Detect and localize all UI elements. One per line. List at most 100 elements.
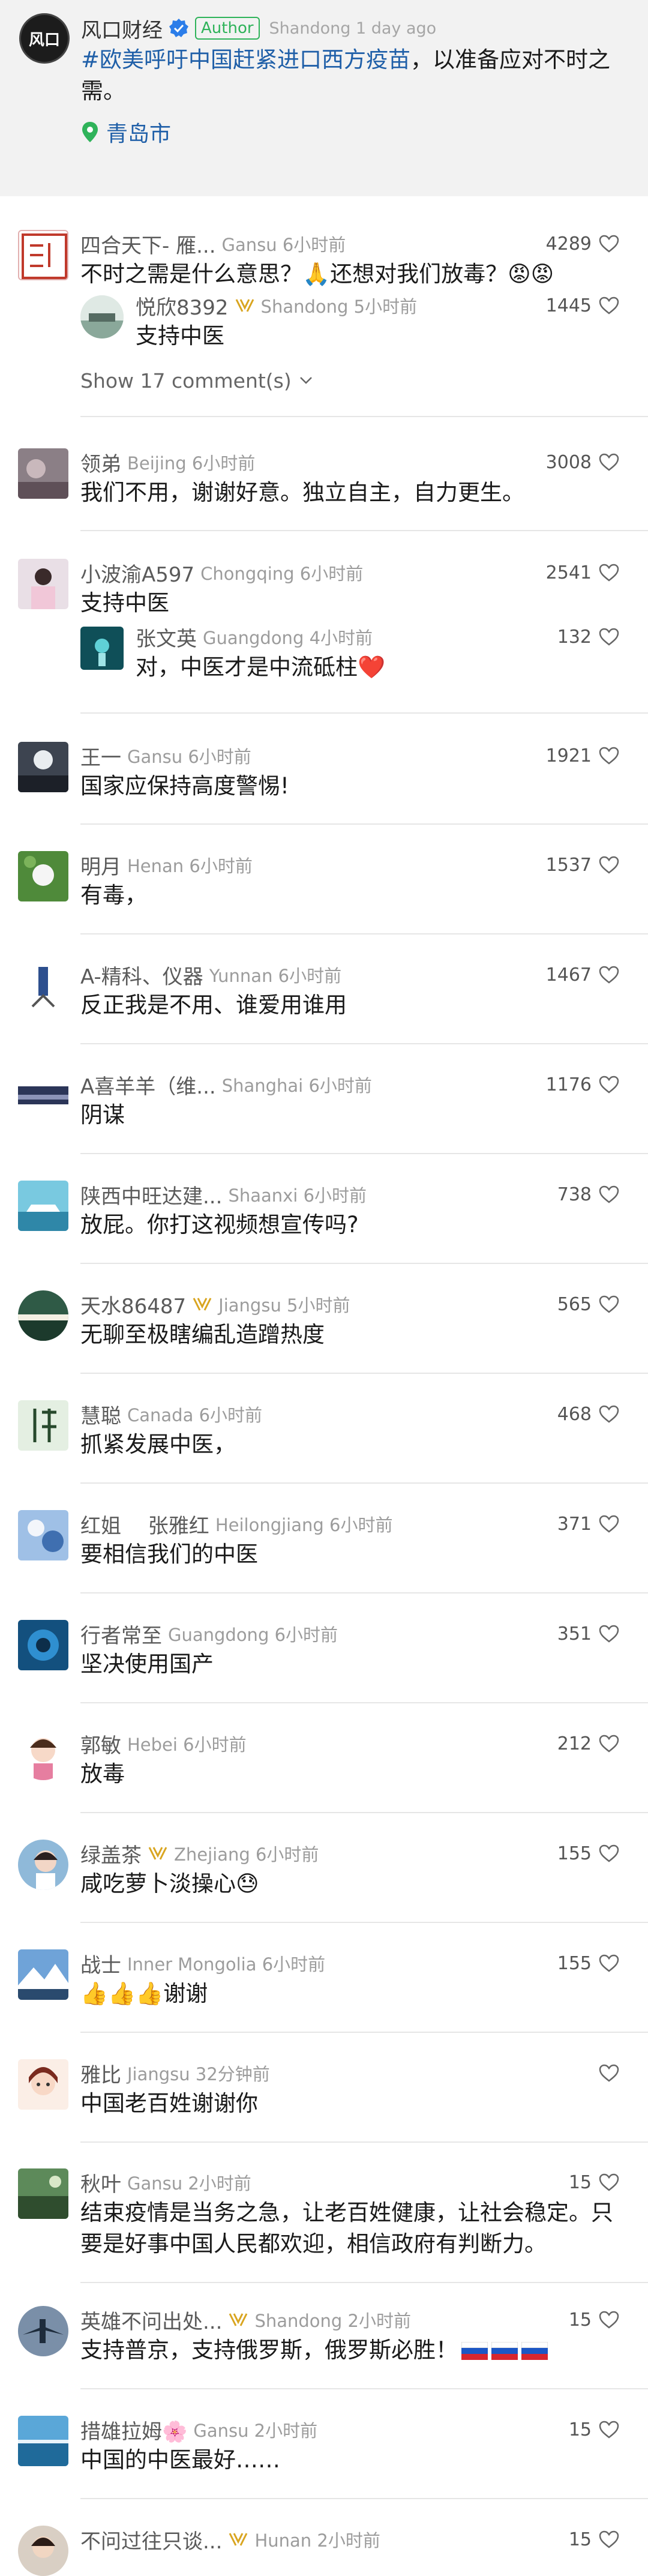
commenter-avatar[interactable] (18, 1840, 68, 1890)
divider (80, 823, 648, 825)
commenter-name[interactable]: 措雄拉姆🌸 (80, 2415, 187, 2445)
hashtag-link[interactable]: #欧美呼吁中国赶紧进口西方疫苗 (81, 47, 410, 73)
commenter-name[interactable]: 红姐 张雅红 (80, 1509, 209, 1539)
russia-flag-icon (461, 2342, 488, 2360)
comment-text: 中国的中医最好…… (80, 2447, 280, 2473)
commenter-avatar[interactable] (18, 2059, 68, 2110)
commenter-name[interactable]: A-精科、仪器 (80, 960, 203, 990)
comment-text: 支持中医 (80, 590, 169, 616)
divider (80, 530, 648, 531)
commenter-avatar[interactable] (18, 1730, 68, 1780)
chevron-down-icon (299, 377, 312, 384)
commenter-name[interactable]: 战士 (80, 1949, 121, 1978)
commenter-avatar[interactable] (80, 295, 124, 339)
comment-meta: Shandong 2小时前 (254, 2311, 411, 2331)
commenter-name[interactable]: 不问过往只谈... (80, 2525, 222, 2554)
like-button[interactable]: 132 (557, 622, 619, 652)
commenter-name[interactable]: 英雄不问出处... (80, 2305, 222, 2335)
like-button[interactable]: 738 (557, 1179, 619, 1209)
post-author-avatar[interactable]: 风口 (19, 13, 70, 64)
commenter-name[interactable]: 秋叶 (80, 2168, 121, 2197)
commenter-name[interactable]: 绿盖茶 (80, 1839, 142, 1868)
vip-badge-icon (193, 1298, 212, 1311)
like-button[interactable]: 3008 (546, 447, 619, 477)
like-count: 132 (557, 626, 592, 648)
commenter-avatar[interactable] (18, 961, 68, 1011)
location-tag[interactable]: 青岛市 (81, 117, 171, 147)
like-button[interactable]: 1467 (546, 960, 619, 990)
commenter-name[interactable]: 陕西中旺达建... (80, 1180, 222, 1209)
like-button[interactable]: 2541 (546, 558, 619, 588)
post-author-name[interactable]: 风口财经 (81, 14, 163, 43)
like-button[interactable]: 468 (557, 1399, 619, 1429)
like-button[interactable]: 15 (569, 2415, 619, 2445)
vip-badge-icon (229, 2533, 248, 2546)
commenter-avatar[interactable] (18, 1510, 68, 1560)
commenter-avatar[interactable] (18, 2526, 68, 2576)
commenter-name[interactable]: 王一 (80, 741, 121, 771)
commenter-avatar[interactable] (18, 559, 68, 609)
commenter-avatar[interactable] (18, 230, 68, 280)
commenter-avatar[interactable] (80, 627, 124, 670)
commenter-avatar[interactable] (18, 1620, 68, 1670)
commenter-name[interactable]: 雅比 (80, 2059, 121, 2088)
divider (80, 1043, 648, 1044)
commenter-avatar[interactable] (18, 2416, 68, 2466)
post-meta: Shandong 1 day ago (269, 19, 437, 38)
location-pin-icon (82, 122, 98, 142)
commenter-avatar[interactable] (18, 1949, 68, 2000)
commenter-name[interactable]: A喜羊羊（维... (80, 1070, 216, 1100)
like-count: 155 (557, 1843, 592, 1864)
commenter-name[interactable]: 四合天下- 雁... (80, 229, 216, 259)
like-button[interactable]: 15 (569, 2524, 619, 2554)
like-button[interactable]: 15 (569, 2167, 619, 2197)
commenter-name[interactable]: 郭敏 (80, 1729, 121, 1759)
commenter-avatar[interactable] (18, 851, 68, 901)
commenter-name[interactable]: 小波渝A597 (80, 558, 194, 588)
like-button[interactable]: 1176 (546, 1070, 619, 1100)
divider (80, 712, 648, 714)
comment-meta: Gansu 2小时前 (127, 2173, 251, 2194)
like-button[interactable]: 1921 (546, 741, 619, 771)
divider (80, 2282, 648, 2283)
like-button[interactable]: 351 (557, 1619, 619, 1649)
commenter-name[interactable]: 慧聪 (80, 1400, 121, 1429)
commenter-avatar[interactable] (18, 2306, 68, 2356)
vip-badge-icon (235, 299, 254, 312)
like-button[interactable] (592, 2058, 619, 2088)
commenter-name[interactable]: 明月 (80, 850, 121, 880)
like-count: 1445 (545, 295, 592, 316)
comment-text: 要相信我们的中医 (80, 1541, 258, 1567)
comment-meta: Hebei 6小时前 (127, 1735, 247, 1755)
show-more-replies[interactable]: Show 17 comment(s) (80, 366, 313, 396)
like-button[interactable]: 15 (569, 2305, 619, 2335)
commenter-avatar[interactable] (18, 742, 68, 792)
commenter-avatar[interactable] (18, 1071, 68, 1121)
heart-icon (599, 2421, 619, 2439)
like-button[interactable]: 212 (557, 1729, 619, 1759)
like-button[interactable]: 1445 (546, 290, 619, 320)
comment-meta: Jiangsu 32分钟前 (127, 2064, 270, 2084)
divider (80, 2032, 648, 2033)
commenter-avatar[interactable] (18, 2168, 68, 2219)
like-button[interactable]: 1537 (546, 850, 619, 880)
divider (80, 416, 648, 417)
commenter-name[interactable]: 天水86487 (80, 1290, 186, 1319)
divider (80, 1263, 648, 1264)
heart-icon (599, 966, 619, 984)
commenter-name[interactable]: 张文英 (136, 622, 197, 652)
like-button[interactable]: 155 (557, 1948, 619, 1978)
like-button[interactable]: 4289 (546, 229, 619, 259)
commenter-avatar[interactable] (18, 1290, 68, 1341)
commenter-avatar[interactable] (18, 1400, 68, 1451)
like-button[interactable]: 565 (557, 1289, 619, 1319)
comment-meta: Shandong 5小时前 (260, 296, 418, 317)
commenter-avatar[interactable] (18, 1181, 68, 1231)
commenter-name[interactable]: 领弟 (80, 448, 121, 477)
commenter-avatar[interactable] (18, 448, 68, 499)
commenter-name[interactable]: 行者常至 (80, 1619, 162, 1649)
like-button[interactable]: 155 (557, 1838, 619, 1868)
commenter-name[interactable]: 悦欣8392 (136, 291, 229, 320)
like-button[interactable]: 371 (557, 1509, 619, 1539)
like-count: 371 (557, 1513, 592, 1535)
